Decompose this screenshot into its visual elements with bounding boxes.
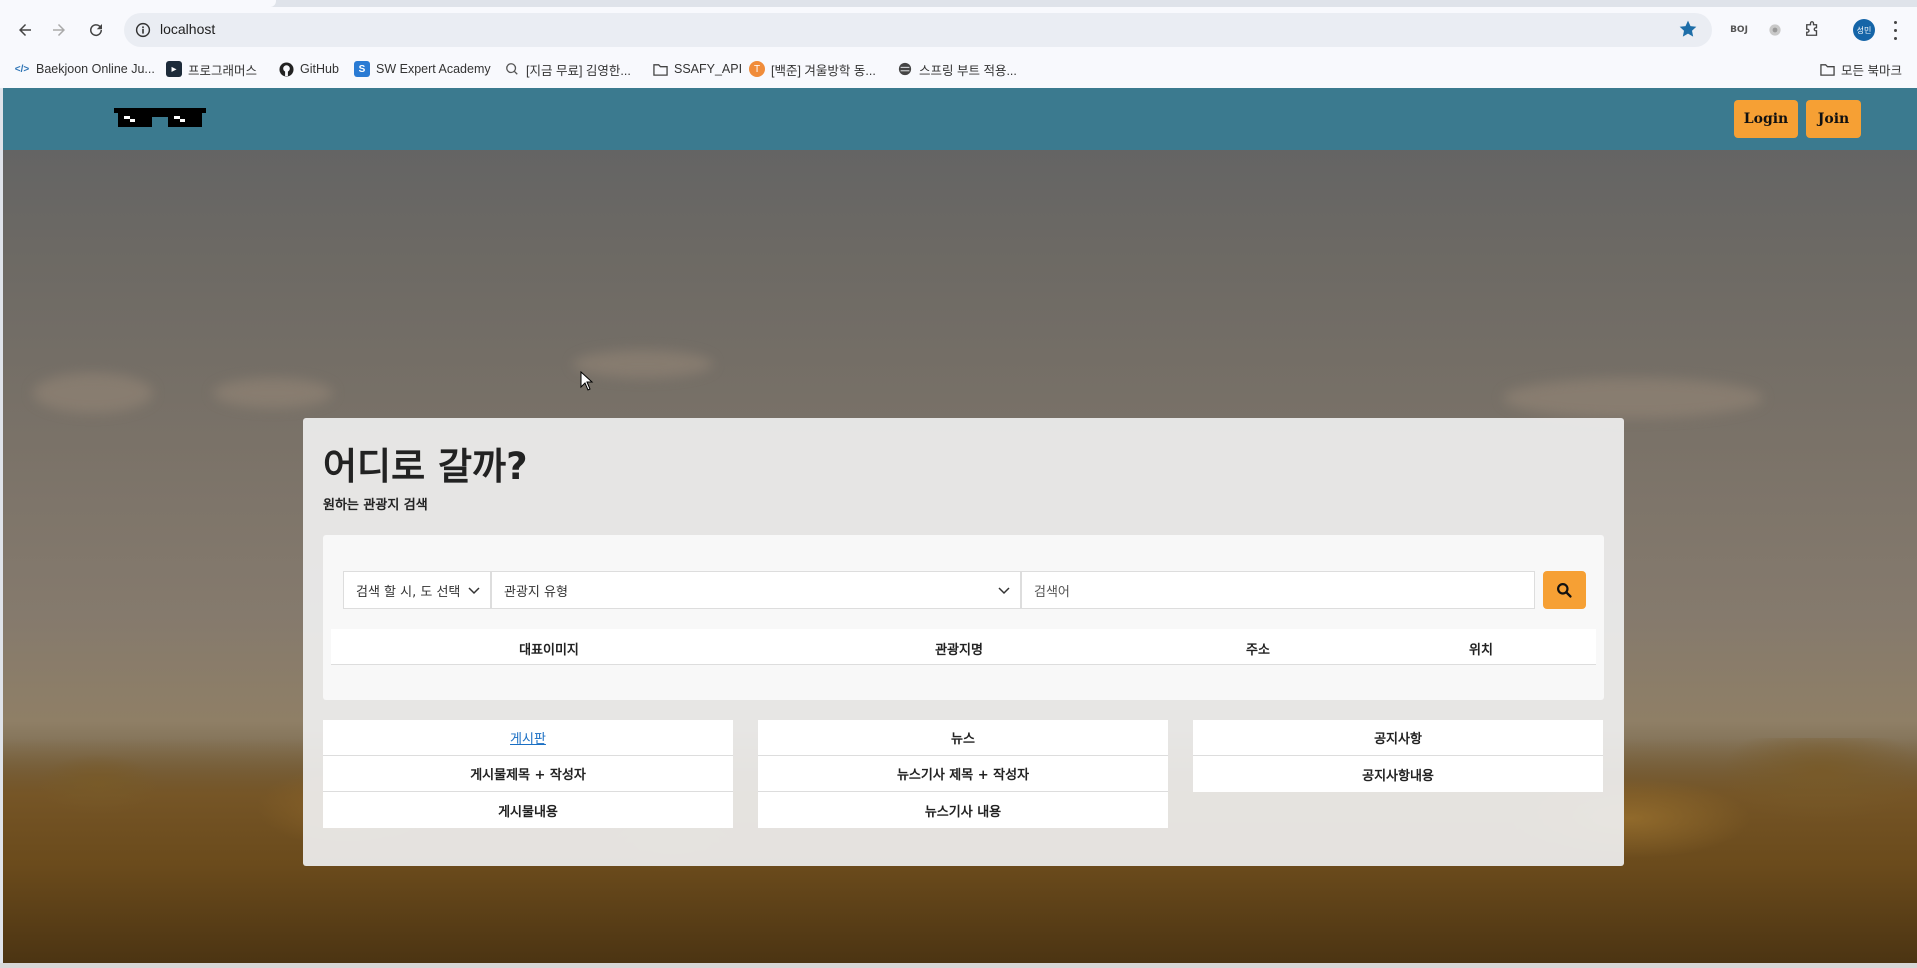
url-text[interactable]: localhost <box>160 21 215 37</box>
bookmark-item[interactable]: SSAFY_API <box>652 58 742 80</box>
page-title: 어디로 갈까? <box>323 445 528 488</box>
bookmark-item[interactable]: </> Baekjoon Online Ju... <box>14 58 155 80</box>
news-card: 뉴스 뉴스기사 제목 + 작성자 뉴스기사 내용 <box>758 720 1168 828</box>
site-info-icon[interactable] <box>134 21 152 39</box>
inflearn-icon <box>504 61 520 77</box>
profile-avatar[interactable]: 성민 <box>1853 19 1875 41</box>
chevron-down-icon <box>998 587 1010 595</box>
page-subtitle: 원하는 관광지 검색 <box>323 498 428 513</box>
list-item: 공지사항내용 <box>1362 768 1434 784</box>
window-bottom-edge <box>0 963 1917 968</box>
bookmark-star-icon[interactable] <box>1678 19 1700 41</box>
search-icon <box>1557 582 1572 598</box>
boj-extension-icon[interactable]: BOJ <box>1727 18 1751 42</box>
bookmark-item[interactable]: GitHub <box>278 58 339 80</box>
chevron-down-icon <box>468 587 480 595</box>
search-button[interactable] <box>1543 571 1586 609</box>
sunglasses-logo-icon[interactable] <box>114 108 206 130</box>
extension-icon[interactable] <box>1763 18 1787 42</box>
list-item: 게시물내용 <box>498 804 558 820</box>
bookmarks-bar: </> Baekjoon Online Ju... ▸ 프로그래머스 GitHu… <box>0 54 1917 84</box>
background-cloud <box>33 373 153 413</box>
search-box: 검색 할 시, 도 선택 관광지 유형 검색어 대표이미지 관광지명 주소 위치 <box>323 535 1604 700</box>
type-select[interactable]: 관광지 유형 <box>491 571 1021 609</box>
code-icon: </> <box>14 63 30 75</box>
browser-toolbar: localhost BOJ <box>0 10 1917 50</box>
extensions-puzzle-icon[interactable] <box>1800 18 1824 42</box>
board-card: 게시판 게시물제목 + 작성자 게시물내용 <box>323 720 733 828</box>
notice-card: 공지사항 공지사항내용 <box>1193 720 1603 792</box>
site-navbar: Login Join <box>3 88 1917 150</box>
all-bookmarks[interactable]: 모든 북마크 <box>1819 58 1902 80</box>
mouse-cursor-icon <box>580 371 594 391</box>
bookmark-item[interactable]: T [백준] 겨울방학 동... <box>749 58 876 80</box>
board-link[interactable]: 게시판 <box>323 720 733 756</box>
list-item: 게시물제목 + 작성자 <box>323 756 733 792</box>
active-tab[interactable] <box>0 0 276 7</box>
github-icon <box>278 61 294 77</box>
join-button[interactable]: Join <box>1806 100 1861 138</box>
globe-icon <box>897 61 913 77</box>
results-table-header: 대표이미지 관광지명 주소 위치 <box>331 629 1596 665</box>
menu-kebab-icon[interactable] <box>1890 18 1900 42</box>
forward-icon[interactable] <box>45 16 73 44</box>
back-icon[interactable] <box>11 16 39 44</box>
notice-heading: 공지사항 <box>1193 720 1603 756</box>
background-cloud <box>213 378 333 408</box>
background-cloud <box>1503 378 1763 418</box>
folder-icon <box>652 61 668 77</box>
tab-strip <box>0 0 1917 7</box>
news-heading: 뉴스 <box>758 720 1168 756</box>
background-cloud <box>573 350 713 378</box>
list-item: 뉴스기사 내용 <box>924 804 1002 820</box>
browser-chrome: localhost BOJ 성민 </> Baekjoon Online Ju.… <box>0 0 1917 88</box>
programmers-icon: ▸ <box>166 61 182 77</box>
address-bar[interactable]: localhost <box>124 13 1712 47</box>
notion-icon: T <box>749 61 765 77</box>
list-item: 뉴스기사 제목 + 작성자 <box>758 756 1168 792</box>
bookmark-item[interactable]: [지금 무료] 김영한... <box>504 58 631 80</box>
column-header: 위치 <box>1469 643 1493 658</box>
column-header: 주소 <box>1246 643 1270 658</box>
page-viewport: Login Join 어디로 갈까? 원하는 관광지 검색 검색 할 시, 도 … <box>3 88 1917 968</box>
column-header: 대표이미지 <box>519 643 579 658</box>
folder-icon <box>1819 61 1835 77</box>
column-header: 관광지명 <box>935 643 983 658</box>
search-panel: 어디로 갈까? 원하는 관광지 검색 검색 할 시, 도 선택 관광지 유형 검… <box>303 418 1624 866</box>
swea-icon: S <box>354 61 370 77</box>
bookmark-item[interactable]: S SW Expert Academy <box>354 58 491 80</box>
reload-icon[interactable] <box>82 16 110 44</box>
login-button[interactable]: Login <box>1734 100 1798 138</box>
bookmark-item[interactable]: 스프링 부트 적용... <box>897 58 1017 80</box>
region-select[interactable]: 검색 할 시, 도 선택 <box>343 571 491 609</box>
keyword-input[interactable]: 검색어 <box>1021 571 1535 609</box>
bookmark-item[interactable]: ▸ 프로그래머스 <box>166 58 257 80</box>
